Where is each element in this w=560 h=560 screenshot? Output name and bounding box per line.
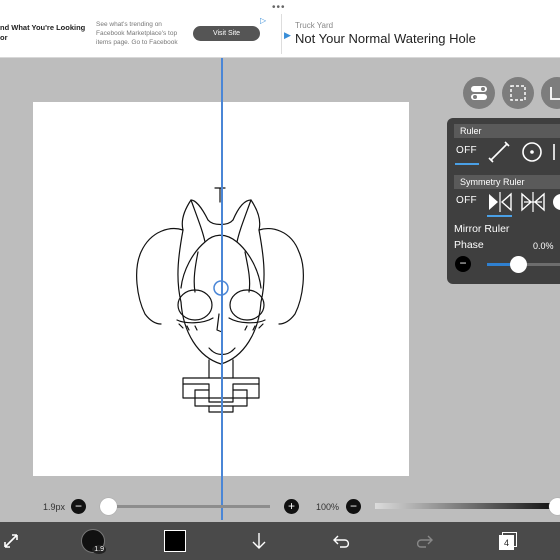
- ruler-section-title: Ruler: [454, 124, 560, 138]
- ad-right-advertiser: Truck Yard: [295, 21, 334, 30]
- brush-size-plus-button[interactable]: +: [284, 499, 299, 514]
- symmetry-off-button[interactable]: OFF: [456, 195, 477, 206]
- layers-button[interactable]: 4: [496, 522, 520, 560]
- layer-count: 4: [499, 535, 514, 550]
- ruler-panel: Ruler OFF Symmetry Ruler OFF Mirror Rule…: [447, 118, 560, 284]
- ad-left-title[interactable]: nd What You're Looking or: [0, 23, 88, 43]
- brush-size-slider-knob[interactable]: [100, 498, 117, 515]
- ellipse-ruler-icon[interactable]: [520, 140, 544, 164]
- current-color-swatch: [164, 530, 186, 552]
- brush-size-slider-track[interactable]: [100, 505, 270, 508]
- ruler-off-selected-indicator: [455, 163, 479, 165]
- opacity-slider-track[interactable]: [375, 503, 555, 509]
- symmetry-section-title: Symmetry Ruler: [454, 175, 560, 189]
- radial-ruler-icon[interactable]: [551, 140, 560, 164]
- mirror-symmetry-icon[interactable]: [487, 190, 513, 214]
- straight-ruler-icon[interactable]: [487, 140, 511, 164]
- dashed-square-icon: [510, 85, 526, 101]
- phase-label: Phase: [454, 239, 484, 251]
- mirror-selected-indicator: [487, 215, 512, 217]
- rotation-symmetry-icon[interactable]: [551, 190, 560, 214]
- ad-banner[interactable]: ••• nd What You're Looking or See what's…: [0, 0, 560, 58]
- ruler-icon: [550, 87, 560, 100]
- ad-choices-icon[interactable]: ▷: [260, 16, 266, 25]
- brush-size-minus-button[interactable]: −: [71, 499, 86, 514]
- down-arrow-icon: [252, 533, 266, 549]
- kaleidoscope-symmetry-icon[interactable]: [520, 190, 546, 214]
- brush-preview-icon: 1.9: [81, 529, 106, 554]
- phase-slider-knob[interactable]: [510, 256, 527, 273]
- ad-play-icon[interactable]: ▶: [284, 30, 291, 41]
- zoom-level-label: 100%: [316, 502, 340, 512]
- phase-value: 0.0%: [533, 241, 554, 251]
- toggle-switch-icon: [471, 86, 487, 100]
- ad-right-title[interactable]: Not Your Normal Watering Hole: [295, 31, 476, 46]
- mirror-ruler-label: Mirror Ruler: [454, 223, 510, 235]
- undo-icon: [333, 535, 350, 548]
- ad-left-description: See what's trending on Facebook Marketpl…: [96, 21, 178, 46]
- symmetry-guide-line[interactable]: [221, 58, 223, 520]
- more-dots-icon[interactable]: •••: [272, 2, 286, 13]
- rotate-arrows-icon: [4, 534, 18, 548]
- undo-button[interactable]: [330, 522, 354, 560]
- transform-tool-icon[interactable]: [0, 522, 22, 560]
- bottom-toolbar: 1.9 4: [0, 522, 560, 560]
- brush-size-label: 1.9px: [43, 502, 66, 512]
- toggle-icon[interactable]: [463, 77, 495, 109]
- brush-size-badge: 1.9: [92, 545, 106, 554]
- zoom-minus-button[interactable]: −: [346, 499, 361, 514]
- ad-divider: [281, 14, 282, 54]
- opacity-slider-knob[interactable]: [549, 498, 560, 515]
- redo-button[interactable]: [412, 522, 436, 560]
- download-icon[interactable]: [246, 522, 272, 560]
- layers-icon: 4: [499, 532, 517, 550]
- redo-icon: [416, 535, 433, 548]
- color-swatch-button[interactable]: [162, 522, 188, 560]
- ruler-off-button[interactable]: OFF: [456, 145, 477, 156]
- visit-site-button[interactable]: Visit Site: [193, 26, 260, 41]
- ruler-tool-icon[interactable]: [541, 77, 560, 109]
- selection-icon[interactable]: [502, 77, 534, 109]
- brush-selector-button[interactable]: 1.9: [78, 522, 108, 560]
- phase-minus-button[interactable]: −: [455, 256, 471, 272]
